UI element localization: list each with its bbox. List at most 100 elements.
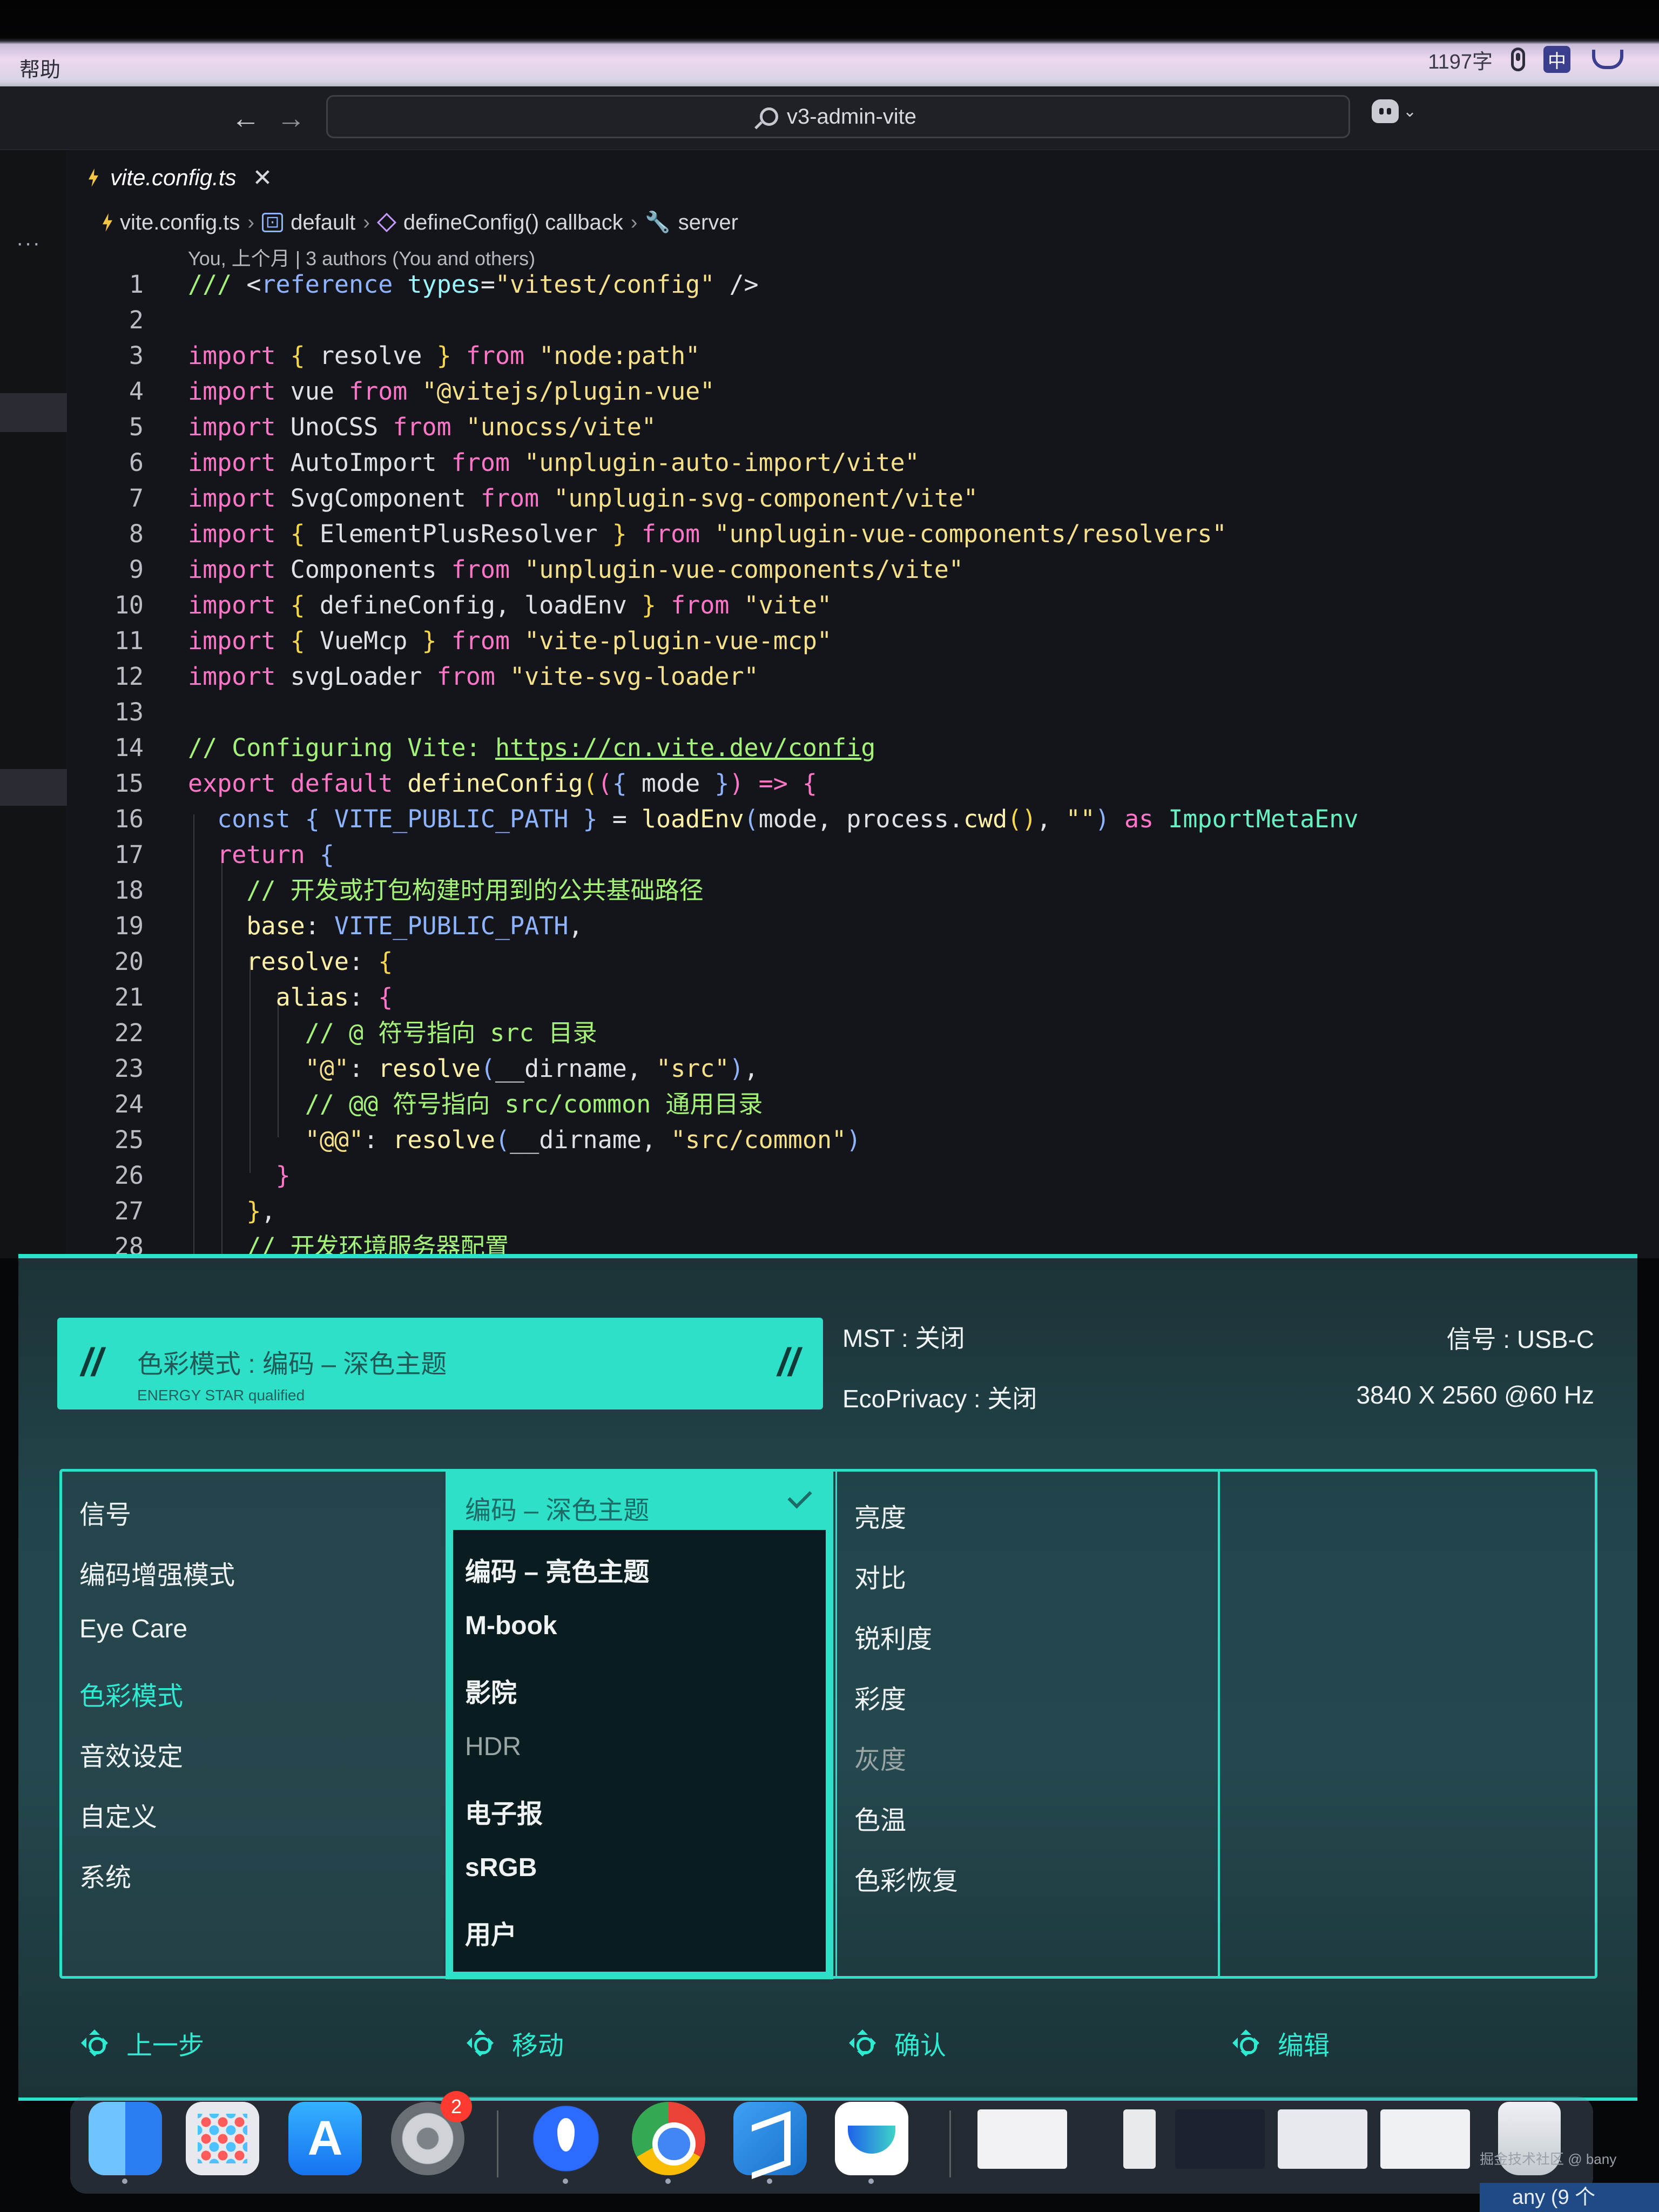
code-token: }	[641, 591, 671, 619]
code-line[interactable]: 27 },	[67, 1193, 276, 1229]
code-line[interactable]: 15 export default defineConfig(({ mode })…	[67, 766, 817, 801]
osd-mode-item[interactable]: M-book	[465, 1611, 557, 1641]
code-line[interactable]: 21 alias: {	[67, 980, 393, 1015]
dpad-icon	[844, 2024, 881, 2062]
edit-label: 编辑	[1278, 2032, 1330, 2060]
code-token: return	[217, 840, 320, 869]
typescript-file-icon	[103, 213, 112, 232]
line-number: 4	[129, 377, 144, 406]
minimized-window-thumbnail[interactable]	[1278, 2109, 1367, 2169]
menu-help[interactable]: 帮助	[19, 53, 60, 83]
forward-arrow-icon[interactable]: →	[276, 102, 306, 135]
code-line[interactable]: 24 // @@ 符号指向 src/common 通用目录	[67, 1087, 763, 1122]
chrome-icon[interactable]	[632, 2102, 705, 2184]
menu-bar: 帮助 1197字 中	[0, 0, 1659, 86]
code-line[interactable]: 13	[67, 694, 188, 730]
minimized-window-thumbnail[interactable]	[1175, 2109, 1265, 2169]
code-token: ElementPlusResolver	[319, 520, 612, 548]
osd-setting-item[interactable]: 色彩恢复	[854, 1859, 958, 1897]
code-token: =	[612, 805, 642, 833]
code-line[interactable]: 10 import { defineConfig, loadEnv } from …	[67, 588, 832, 623]
code-line[interactable]: 26 }	[67, 1158, 291, 1193]
osd-menu-item[interactable]: 信号	[79, 1493, 131, 1531]
code-line[interactable]: 5 import UnoCSS from "unocss/vite"	[67, 409, 656, 445]
code-line[interactable]: 4 import vue from "@vitejs/plugin-vue"	[67, 374, 714, 409]
osd-setting-item[interactable]: 灰度	[854, 1738, 906, 1776]
more-icon[interactable]: ···	[16, 231, 41, 255]
close-icon[interactable]: ✕	[252, 164, 272, 192]
code-token: }	[436, 341, 466, 370]
selected-mode-row[interactable]: 编码 – 深色主题	[453, 1474, 826, 1530]
app-store-icon[interactable]: A	[288, 2102, 362, 2175]
minimized-window-thumbnail[interactable]	[977, 2109, 1067, 2169]
code-line[interactable]: 6 import AutoImport from "unplugin-auto-i…	[67, 445, 920, 481]
code-token: ,	[261, 1197, 276, 1225]
code-line[interactable]: 19 base: VITE_PUBLIC_PATH,	[67, 908, 583, 944]
copilot-button[interactable]: ⌄	[1372, 99, 1417, 123]
code-line[interactable]: 25 "@@": resolve(__dirname, "src/common"…	[67, 1122, 861, 1158]
code-token: :	[349, 947, 379, 976]
osd-setting-item[interactable]: 彩度	[854, 1678, 906, 1716]
osd-setting-item[interactable]: 亮度	[854, 1496, 906, 1534]
osd-menu-item[interactable]: Eye Care	[79, 1614, 187, 1644]
code-line[interactable]: 16 const { VITE_PUBLIC_PATH } = loadEnv(…	[67, 801, 1359, 837]
code-editor[interactable]: 1/// <reference types="vitest/config" />…	[67, 267, 1659, 1258]
osd-menu-item[interactable]: 自定义	[79, 1796, 157, 1833]
code-line[interactable]: 8 import { ElementPlusResolver } from "un…	[67, 516, 1227, 552]
code-line[interactable]: 1 /// <reference types="vitest/config" />	[67, 267, 759, 302]
feishu-icon[interactable]	[835, 2102, 908, 2184]
osd-menu-item[interactable]: 系统	[79, 1856, 131, 1894]
ime-icon[interactable]: 中	[1543, 46, 1570, 73]
minimized-window-thumbnail[interactable]	[1380, 2109, 1470, 2169]
osd-mode-item[interactable]: HDR	[465, 1732, 521, 1762]
search-icon	[759, 107, 778, 126]
code-line[interactable]: 22 // @ 符号指向 src 目录	[67, 1015, 597, 1051]
osd-mode-item[interactable]: 编码 – 亮色主题	[465, 1550, 649, 1588]
code-token: VITE_PUBLIC_PATH	[334, 805, 583, 833]
app-tray-icon[interactable]	[1589, 48, 1623, 71]
code-line[interactable]: 17 return {	[67, 837, 334, 873]
breadcrumb-file[interactable]: vite.config.ts	[120, 211, 240, 235]
code-line[interactable]: 9 import Components from "unplugin-vue-co…	[67, 552, 963, 588]
code-token: :	[349, 1054, 379, 1083]
wrench-icon: 🔧	[645, 211, 671, 234]
osd-mode-item[interactable]: sRGB	[465, 1853, 537, 1883]
code-line[interactable]: 23 "@": resolve(__dirname, "src"),	[67, 1051, 759, 1087]
system-settings-icon[interactable]: 2	[391, 2091, 472, 2175]
breadcrumb-callback[interactable]: defineConfig() callback	[403, 211, 623, 235]
code-line[interactable]: 3 import { resolve } from "node:path"	[67, 338, 700, 374]
back-arrow-icon[interactable]: ←	[231, 102, 260, 135]
variable-symbol-icon: ⊡	[261, 213, 284, 232]
breadcrumb-default[interactable]: default	[291, 211, 355, 235]
osd-menu-item[interactable]: 编码增强模式	[79, 1554, 235, 1591]
line-number: 20	[114, 947, 144, 976]
osd-setting-item[interactable]: 对比	[854, 1557, 906, 1595]
code-line[interactable]: 2	[67, 302, 188, 338]
command-center-search[interactable]: v3-admin-vite	[326, 95, 1350, 138]
osd-setting-item[interactable]: 色温	[854, 1799, 906, 1837]
tab-vite-config[interactable]: vite.config.ts ✕	[89, 150, 272, 205]
vscode-icon[interactable]	[733, 2102, 807, 2184]
osd-menu-item[interactable]: 色彩模式	[79, 1675, 183, 1712]
code-line[interactable]: 14 // Configuring Vite: https://cn.vite.d…	[67, 730, 876, 766]
copilot-icon	[1372, 99, 1399, 123]
code-token: }	[422, 626, 451, 655]
osd-mode-item[interactable]: 用户	[465, 1913, 517, 1951]
finder-icon[interactable]	[89, 2102, 162, 2184]
code-token: import	[188, 626, 291, 655]
breadcrumb-server[interactable]: server	[678, 211, 738, 235]
code-line[interactable]: 12 import svgLoader from "vite-svg-loader…	[67, 659, 759, 694]
code-line[interactable]: 7 import SvgComponent from "unplugin-svg-…	[67, 481, 978, 516]
osd-setting-item[interactable]: 锐利度	[854, 1617, 932, 1655]
minimized-window-thumbnail[interactable]	[1123, 2109, 1156, 2169]
maps-icon[interactable]	[529, 2102, 603, 2184]
launchpad-icon[interactable]	[186, 2102, 259, 2175]
code-line[interactable]: 18 // 开发或打包构建时用到的公共基础路径	[67, 873, 704, 908]
mic-icon[interactable]	[1511, 48, 1525, 71]
osd-mode-item[interactable]: 电子报	[465, 1792, 543, 1830]
code-token: resolve	[393, 1125, 495, 1154]
code-line[interactable]: 20 resolve: {	[67, 944, 393, 980]
osd-mode-item[interactable]: 影院	[465, 1671, 517, 1709]
code-line[interactable]: 11 import { VueMcp } from "vite-plugin-vu…	[67, 623, 832, 659]
osd-menu-item[interactable]: 音效设定	[79, 1735, 183, 1773]
